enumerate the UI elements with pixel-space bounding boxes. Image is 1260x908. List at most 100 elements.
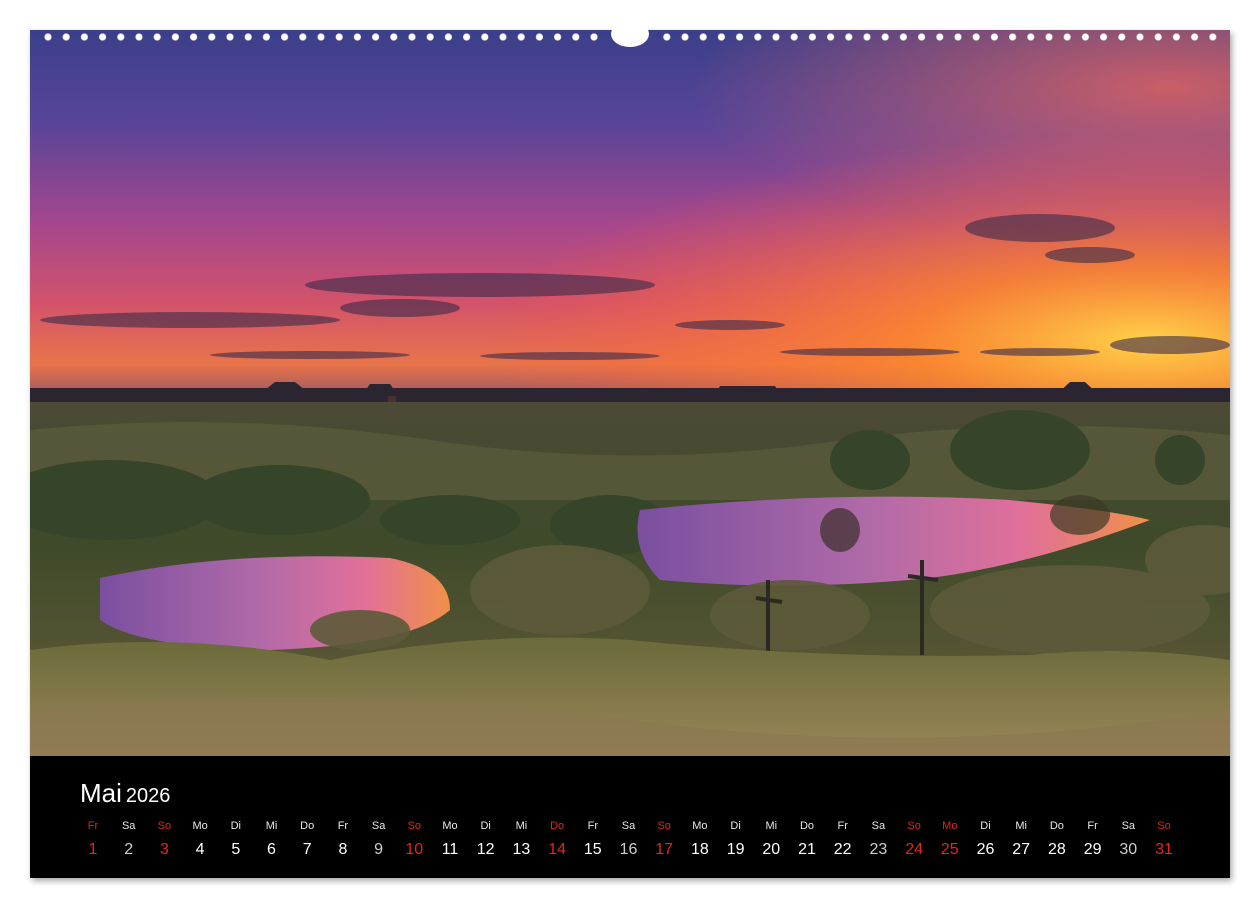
day-number: 30 [1119, 841, 1138, 858]
day-number: 26 [976, 841, 995, 858]
day-cell: Sa 30 [1110, 818, 1146, 860]
weekday-label: Fr [837, 820, 848, 832]
day-number: 21 [798, 841, 816, 858]
weekday-label: Fr [87, 820, 99, 832]
weekday-label: So [1157, 820, 1171, 832]
day-cell: Di 19 [718, 818, 754, 860]
calendar-strip: Mai 2026 Fr 1 Sa 2 So 3 Mo 4 Di 5 Mi 6 Do 7 Fr 8 Sa 9 So 10 M… [30, 756, 1230, 878]
day-cell: Di 26 [968, 818, 1004, 860]
weekday-label: Mo [942, 820, 958, 832]
weekday-label: Mo [692, 820, 708, 832]
weekday-label: Sa [121, 820, 136, 832]
day-number: 8 [338, 841, 348, 858]
day-number: 18 [690, 841, 709, 858]
day-cell: Mi 27 [1003, 818, 1039, 860]
weekday-label: Di [980, 820, 991, 832]
month-title: Mai 2026 [80, 778, 170, 809]
day-number: 28 [1047, 841, 1066, 858]
weekday-label: Do [1049, 820, 1064, 832]
weekday-label: Do [799, 820, 815, 832]
day-cell: Fr 15 [575, 818, 611, 860]
day-number: 4 [195, 841, 205, 858]
weekday-label: So [907, 820, 921, 832]
day-number: 3 [159, 841, 169, 858]
day-cell: Do 28 [1039, 818, 1075, 860]
day-number: 22 [833, 841, 852, 858]
weekday-label: Mi [765, 820, 778, 832]
day-number: 23 [869, 841, 888, 858]
weekday-label: Mi [265, 820, 278, 832]
day-number: 29 [1083, 841, 1102, 858]
day-number: 27 [1012, 841, 1031, 858]
day-cell: Mo 18 [682, 818, 718, 860]
weekday-label: Di [730, 820, 741, 832]
day-number: 24 [905, 841, 923, 858]
day-cell: Mi 6 [254, 818, 290, 860]
weekday-label: Fr [1087, 820, 1098, 832]
day-cell: Mo 11 [432, 818, 468, 860]
day-cell: Mo 25 [932, 818, 968, 860]
day-cell: Fr 22 [825, 818, 861, 860]
day-cell: Di 5 [218, 818, 254, 860]
day-number: 15 [583, 841, 602, 858]
day-cell: Sa 9 [361, 818, 397, 860]
weekday-label: Mi [515, 820, 528, 832]
day-number: 13 [512, 841, 531, 858]
weekday-label: Fr [337, 820, 349, 832]
days-row: Fr 1 Sa 2 So 3 Mo 4 Di 5 Mi 6 Do 7 Fr 8 Sa 9 So 10 Mo 11 Di 12 M… [75, 818, 1185, 878]
day-cell: Fr 8 [325, 818, 361, 860]
weekday-label: Sa [371, 820, 386, 832]
day-cell: Do 21 [789, 818, 825, 860]
day-number: 14 [548, 841, 566, 858]
day-number: 16 [619, 841, 638, 858]
calendar-page: Mai 2026 Fr 1 Sa 2 So 3 Mo 4 Di 5 Mi 6 Do 7 Fr 8 Sa 9 So 10 M… [30, 30, 1230, 878]
day-cell: So 10 [396, 818, 432, 860]
weekday-label: Do [550, 820, 565, 832]
day-number: 10 [405, 841, 424, 858]
day-number: 7 [302, 841, 312, 858]
day-cell: So 31 [1146, 818, 1182, 860]
day-number: 31 [1155, 841, 1173, 858]
day-number: 12 [476, 841, 495, 858]
day-cell: Sa 23 [860, 818, 896, 860]
weekday-label: Fr [587, 820, 598, 832]
weekday-label: Di [480, 820, 491, 832]
day-number: 1 [88, 841, 98, 858]
weekday-label: Sa [1121, 820, 1136, 832]
day-cell: Mi 20 [753, 818, 789, 860]
weekday-label: So [657, 820, 671, 832]
day-number: 9 [374, 841, 384, 858]
weekday-label: So [407, 820, 422, 832]
weekday-label: Mo [192, 820, 208, 832]
month-name: Mai [80, 778, 122, 808]
weekday-label: Mi [1015, 820, 1027, 832]
weekday-label: Mo [442, 820, 458, 832]
day-number: 11 [441, 841, 459, 858]
day-number: 20 [762, 841, 781, 858]
weekday-label: So [157, 820, 172, 832]
day-cell: Do 14 [539, 818, 575, 860]
day-cell: Mi 13 [503, 818, 539, 860]
weekday-label: Sa [621, 820, 636, 832]
weekday-label: Di [230, 820, 241, 832]
day-cell: Di 12 [468, 818, 504, 860]
day-number: 2 [124, 841, 134, 858]
day-cell: Sa 16 [611, 818, 647, 860]
day-number: 19 [726, 841, 745, 858]
day-cell: Do 7 [289, 818, 325, 860]
weekday-label: Do [300, 820, 315, 832]
day-cell: Fr 29 [1075, 818, 1111, 860]
day-cell: So 24 [896, 818, 932, 860]
day-number: 17 [655, 841, 674, 858]
day-number: 5 [231, 841, 241, 858]
day-cell: Sa 2 [111, 818, 147, 860]
month-year: 2026 [125, 785, 171, 807]
weekday-label: Sa [871, 820, 886, 832]
day-cell: So 3 [146, 818, 182, 860]
day-cell: So 17 [646, 818, 682, 860]
day-cell: Fr 1 [75, 818, 111, 860]
landscape-photo [30, 30, 1230, 756]
day-number: 6 [267, 841, 276, 858]
day-cell: Mo 4 [182, 818, 218, 860]
day-number: 25 [940, 841, 959, 858]
